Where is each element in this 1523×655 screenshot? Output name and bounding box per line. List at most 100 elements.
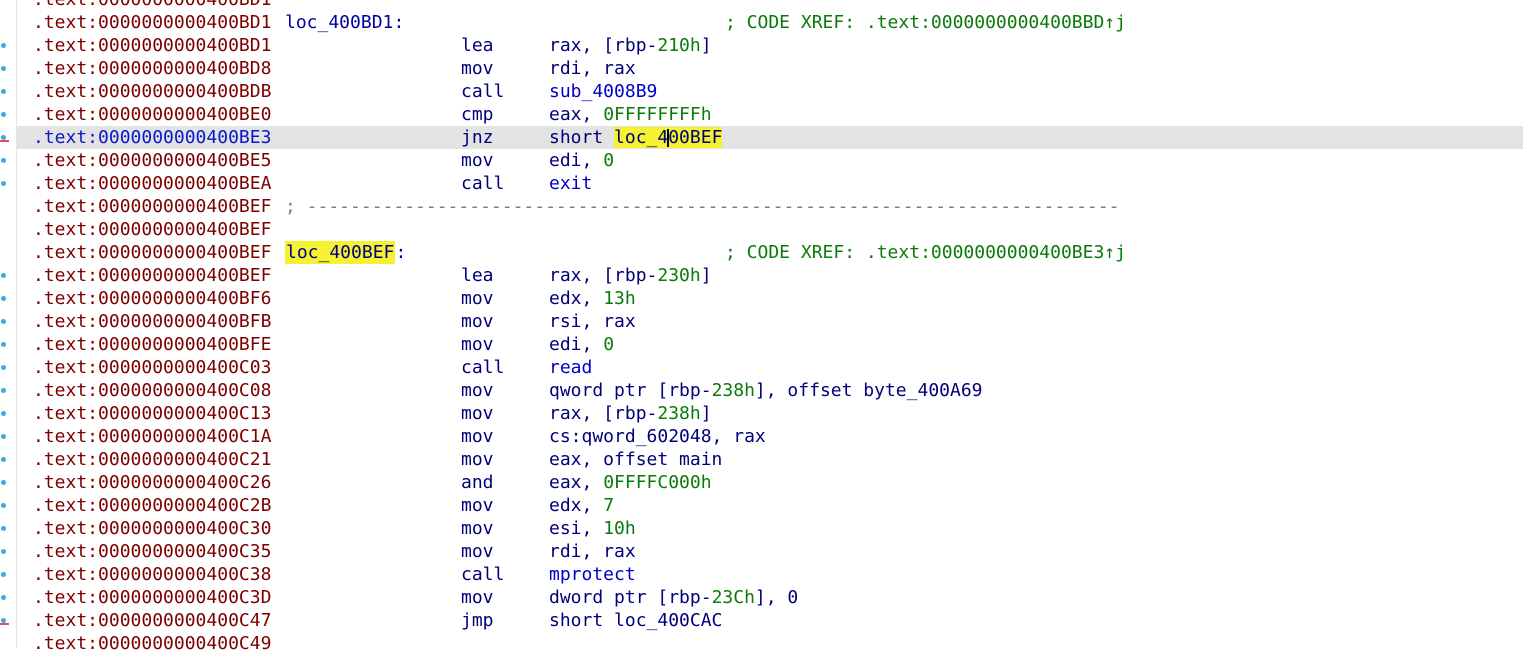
instruction-marker-dot[interactable] — [1, 434, 6, 439]
listing-line[interactable]: .text:0000000000400BEF loc_400BEF: ; CODE … — [17, 241, 1523, 264]
operands[interactable]: sub_4008B9 — [549, 80, 657, 103]
listing-line[interactable]: .text:0000000000400C1A mov cs:qword_602048… — [17, 425, 1523, 448]
mnemonic[interactable]: mov — [461, 586, 494, 609]
operands[interactable]: exit — [549, 172, 592, 195]
mnemonic[interactable]: mov — [461, 494, 494, 517]
address[interactable]: .text:0000000000400BD1 — [33, 34, 271, 57]
address[interactable]: .text:0000000000400C21 — [33, 448, 271, 471]
instruction-marker-dot[interactable] — [1, 273, 6, 278]
instruction-marker-dot[interactable] — [1, 526, 6, 531]
mnemonic[interactable]: mov — [461, 448, 494, 471]
listing-line[interactable]: .text:0000000000400BEF ; ----------------… — [17, 195, 1523, 218]
listing-line[interactable]: .text:0000000000400BFE mov edi, 0 — [17, 333, 1523, 356]
operands[interactable]: edi, 0 — [549, 333, 614, 356]
listing-line[interactable]: .text:0000000000400BE0 cmp eax, 0FFFFFFFFh — [17, 103, 1523, 126]
address[interactable]: .text:0000000000400BFE — [33, 333, 271, 356]
operands[interactable]: rax, [rbp-210h] — [549, 34, 712, 57]
operands[interactable]: dword ptr [rbp-23Ch], 0 — [549, 586, 798, 609]
line-gutter[interactable] — [0, 0, 17, 648]
listing-line[interactable]: .text:0000000000400C2B mov edx, 7 — [17, 494, 1523, 517]
address[interactable]: .text:0000000000400C13 — [33, 402, 271, 425]
address[interactable]: .text:0000000000400BD1 — [33, 0, 271, 11]
listing-line[interactable]: .text:0000000000400BD1 lea rax, [rbp-210h] — [17, 34, 1523, 57]
instruction-marker-dot[interactable] — [1, 411, 6, 416]
listing-line[interactable]: .text:0000000000400BE5 mov edi, 0 — [17, 149, 1523, 172]
address[interactable]: .text:0000000000400BEA — [33, 172, 271, 195]
instruction-marker-dot[interactable] — [1, 89, 6, 94]
listing-line[interactable]: .text:0000000000400BF6 mov edx, 13h — [17, 287, 1523, 310]
mnemonic[interactable]: jmp — [461, 609, 494, 632]
mnemonic[interactable]: lea — [461, 34, 494, 57]
listing-line[interactable]: .text:0000000000400C35 mov rdi, rax — [17, 540, 1523, 563]
mnemonic[interactable]: cmp — [461, 103, 494, 126]
address[interactable]: .text:0000000000400C2B — [33, 494, 271, 517]
operands[interactable]: eax, offset main — [549, 448, 722, 471]
operands[interactable]: cs:qword_602048, rax — [549, 425, 766, 448]
operands[interactable]: rsi, rax — [549, 310, 636, 333]
operands[interactable]: edx, 7 — [549, 494, 614, 517]
operands[interactable]: eax, 0FFFFC000h — [549, 471, 712, 494]
call-target[interactable]: exit — [549, 173, 592, 194]
listing-line[interactable]: .text:0000000000400C47 jmp short loc_400CA… — [17, 609, 1523, 632]
operands[interactable]: rdi, rax — [549, 540, 636, 563]
listing-line[interactable]: .text:0000000000400BD8 mov rdi, rax — [17, 57, 1523, 80]
mnemonic[interactable]: mov — [461, 379, 494, 402]
address[interactable]: .text:0000000000400BE5 — [33, 149, 271, 172]
mnemonic[interactable]: mov — [461, 149, 494, 172]
mnemonic[interactable]: mov — [461, 540, 494, 563]
address[interactable]: .text:0000000000400BEF — [33, 218, 271, 241]
call-target[interactable]: read — [549, 357, 592, 378]
operands[interactable]: read — [549, 356, 592, 379]
instruction-marker-dot[interactable] — [1, 457, 6, 462]
instruction-marker-dot[interactable] — [1, 503, 6, 508]
listing-line[interactable]: .text:0000000000400C26 and eax, 0FFFFC000h — [17, 471, 1523, 494]
mnemonic[interactable]: call — [461, 172, 504, 195]
mnemonic[interactable]: call — [461, 563, 504, 586]
address[interactable]: .text:0000000000400BFB — [33, 310, 271, 333]
address[interactable]: .text:0000000000400C30 — [33, 517, 271, 540]
listing-line[interactable]: .text:0000000000400C30 mov esi, 10h — [17, 517, 1523, 540]
address[interactable]: .text:0000000000400C49 — [33, 632, 271, 655]
address[interactable]: .text:0000000000400C38 — [33, 563, 271, 586]
instruction-marker-dot[interactable] — [1, 66, 6, 71]
operands[interactable]: esi, 10h — [549, 517, 636, 540]
operands[interactable]: rdi, rax — [549, 57, 636, 80]
listing-line[interactable]: .text:0000000000400BEF lea rax, [rbp-230h] — [17, 264, 1523, 287]
instruction-marker-dot[interactable] — [1, 572, 6, 577]
mnemonic[interactable]: call — [461, 356, 504, 379]
address[interactable]: .text:0000000000400BF6 — [33, 287, 271, 310]
listing-line[interactable]: .text:0000000000400C03 call read — [17, 356, 1523, 379]
mnemonic[interactable]: jnz — [461, 126, 494, 149]
listing-line[interactable]: .text:0000000000400BEA call exit — [17, 172, 1523, 195]
listing-line[interactable]: .text:0000000000400BD1 — [17, 0, 1523, 11]
code-label[interactable]: loc_400BD1 — [285, 11, 393, 34]
xref-comment[interactable]: ; CODE XREF: .text:0000000000400BE3↑j — [725, 241, 1126, 264]
address[interactable]: .text:0000000000400BEF — [33, 241, 271, 264]
instruction-marker-dot[interactable] — [1, 365, 6, 370]
listing-line[interactable]: .text:0000000000400C38 call mprotect — [17, 563, 1523, 586]
instruction-marker-dot[interactable] — [1, 319, 6, 324]
listing-line[interactable]: .text:0000000000400C13 mov rax, [rbp-238h] — [17, 402, 1523, 425]
disassembly-listing[interactable]: .text:0000000000400BD1.text:000000000040… — [17, 0, 1523, 655]
mnemonic[interactable]: mov — [461, 310, 494, 333]
code-label[interactable]: loc_400BEF — [285, 241, 396, 264]
operands[interactable]: eax, 0FFFFFFFFh — [549, 103, 712, 126]
instruction-marker-dot[interactable] — [1, 342, 6, 347]
instruction-marker-dot[interactable] — [1, 296, 6, 301]
address[interactable]: .text:0000000000400BE0 — [33, 103, 271, 126]
address[interactable]: .text:0000000000400C03 — [33, 356, 271, 379]
mnemonic[interactable]: mov — [461, 57, 494, 80]
instruction-marker-dot[interactable] — [1, 158, 6, 163]
listing-line[interactable]: .text:0000000000400C08 mov qword ptr [rbp-… — [17, 379, 1523, 402]
address[interactable]: .text:0000000000400BE3 — [33, 126, 271, 149]
instruction-marker-dot[interactable] — [1, 43, 6, 48]
current-line[interactable]: .text:0000000000400BE3 jnz short loc_400BE… — [17, 126, 1523, 149]
address[interactable]: .text:0000000000400C26 — [33, 471, 271, 494]
listing-line[interactable]: .text:0000000000400BDB call sub_4008B9 — [17, 80, 1523, 103]
operands[interactable]: edx, 13h — [549, 287, 636, 310]
operands[interactable]: short loc_400BEF — [549, 126, 723, 149]
mnemonic[interactable]: mov — [461, 517, 494, 540]
address[interactable]: .text:0000000000400BDB — [33, 80, 271, 103]
mnemonic[interactable]: mov — [461, 333, 494, 356]
address[interactable]: .text:0000000000400C08 — [33, 379, 271, 402]
